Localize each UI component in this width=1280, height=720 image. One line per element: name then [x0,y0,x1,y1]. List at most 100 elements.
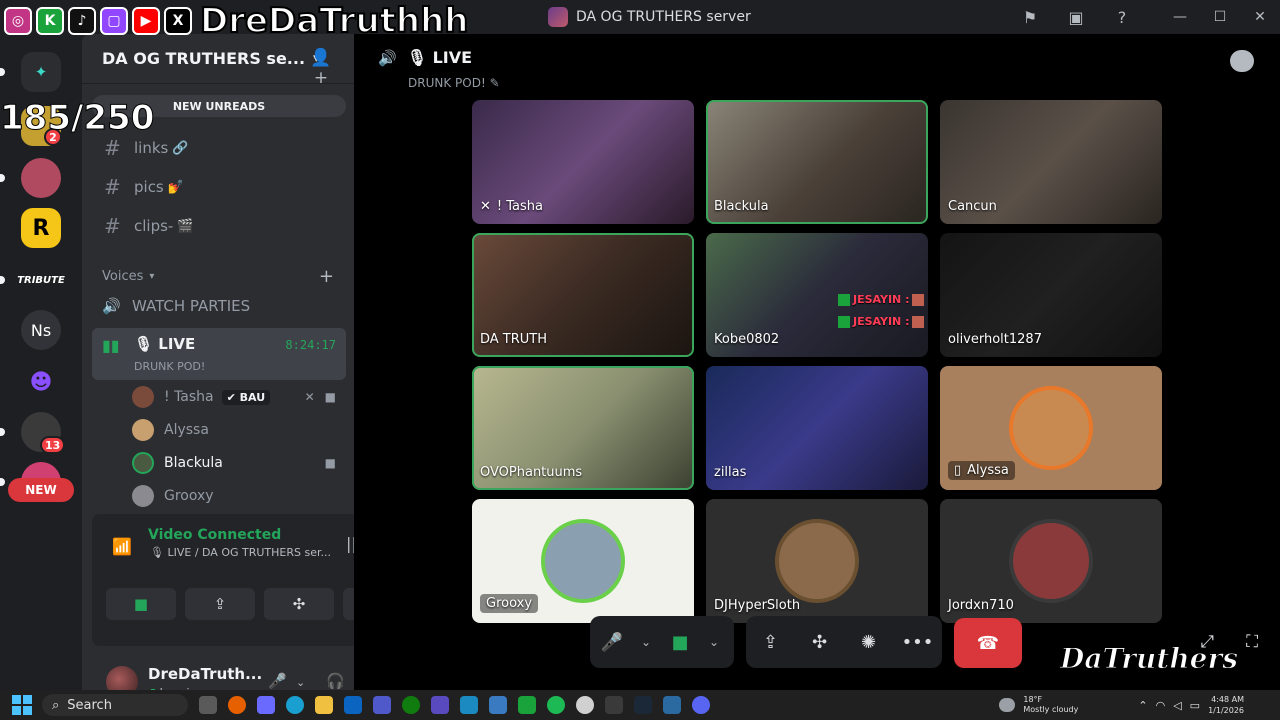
weather-widget[interactable]: 18°F Mostly cloudy [1023,695,1078,715]
camera-button[interactable]: ■ [658,620,702,664]
app-icon[interactable] [431,696,449,714]
camera-button[interactable]: ■ [106,588,176,620]
taskbar-clock[interactable]: 4:48 AM 1/1/2026 [1208,694,1244,716]
video-tile[interactable]: Grooxy [472,499,694,623]
video-tile[interactable]: ✕! Tasha [472,100,694,224]
chevron-down-icon[interactable]: ⌄ [296,676,305,689]
flag-icon[interactable]: ⚑ [1020,7,1040,27]
video-tile[interactable]: OVOPhantuums [472,366,694,490]
video-tile[interactable]: Cancun [940,100,1162,224]
signal-icon[interactable]: 📶 [108,532,136,560]
voice-channel-live[interactable]: ▮▮ 🎙 LIVE 8:24:17 DRUNK POD! [92,328,346,380]
chevron-up-icon[interactable]: ⌃ [1138,699,1147,712]
server-pink[interactable] [21,158,61,198]
connection-channel[interactable]: 🎙 LIVE / DA OG TRUTHERS ser... [150,546,331,559]
video-tile[interactable]: JESAYIN : JESAYIN : Kobe0802 [706,233,928,357]
tile-label: ▯ Alyssa [948,461,1015,480]
video-tile[interactable]: oliverholt1287 [940,233,1162,357]
temperature: 18°F [1023,695,1043,704]
screen-share-button[interactable]: ⇪ [185,588,255,620]
invite-people-icon[interactable]: 👤+ [310,48,332,88]
video-tile[interactable]: Jordxn710 [940,499,1162,623]
app-icon[interactable] [605,696,623,714]
avatar [1009,519,1093,603]
channel-name: links [134,139,169,157]
chevron-down-icon[interactable]: ⌄ [634,635,658,649]
video-tile[interactable]: Blackula [706,100,928,224]
add-channel-icon[interactable]: + [319,266,334,287]
server-rockstar[interactable]: R [21,208,61,248]
voice-channel-watch-parties[interactable]: 🔊 WATCH PARTIES [92,288,346,324]
file-explorer-icon[interactable] [315,696,333,714]
start-button[interactable] [12,695,32,715]
server-ns[interactable]: Ns [21,310,61,350]
activities-button[interactable]: ✣ [264,588,334,620]
new-unreads-pill[interactable]: NEW [8,478,74,502]
battery-icon[interactable]: ▭ [1190,699,1200,712]
microphone-button[interactable]: 🎤 [590,620,634,664]
help-icon[interactable]: ? [1112,7,1132,27]
voice-member[interactable]: Alyssa [132,416,346,444]
channel-name: 🎙 LIVE [134,335,196,353]
firefox-icon[interactable] [228,696,246,714]
channel-name: pics [134,178,164,196]
video-tile[interactable]: DA TRUTH [472,233,694,357]
video-tile[interactable]: zillas [706,366,928,490]
wifi-icon[interactable]: ◠ [1156,699,1166,712]
chat-icon[interactable] [1230,50,1254,72]
spotify-icon[interactable] [547,696,565,714]
inbox-icon[interactable]: ▣ [1066,7,1086,27]
steam-icon[interactable] [634,696,652,714]
chrome-icon[interactable] [576,696,594,714]
channel-name: clips- [134,217,174,235]
app-icon[interactable] [460,696,478,714]
kick-icon: K [36,7,64,35]
more-options-icon[interactable]: ••• [896,620,940,664]
avatar [132,419,154,441]
video-tile[interactable]: ▯ Alyssa [940,366,1162,490]
teams-icon[interactable] [373,696,391,714]
chevron-down-icon: ▾ [149,270,155,282]
server-party[interactable]: ✦ [21,52,61,92]
soundboard-button[interactable]: ✺ [847,620,891,664]
weather-icon[interactable] [999,698,1016,712]
discord-icon[interactable] [692,696,710,714]
photos-icon[interactable] [489,696,507,714]
activities-button[interactable]: ✣ [798,620,842,664]
app-icon[interactable] [663,696,681,714]
voice-member[interactable]: ! Tasha ✔ BAU ✕ ■ [132,383,346,411]
channel-pics[interactable]: # pics 💅 [92,170,346,204]
headphones-icon[interactable]: 🎧 [326,672,345,690]
avatar [775,519,859,603]
kick-icon[interactable] [518,696,536,714]
channel-clips[interactable]: # clips- 🎬 [92,209,346,243]
end-call-button[interactable]: ☎ [954,618,1022,668]
fullscreen-icon[interactable]: ⛶ [1246,632,1258,652]
taskbar-search[interactable]: ⌕ Search [42,694,188,716]
copilot-icon[interactable] [257,696,275,714]
voice-member[interactable]: Grooxy [132,482,346,510]
chat-overlay-line: JESAYIN : [838,315,925,328]
window-title: DA OG TRUTHERS server [548,6,751,28]
twitch-icon: ▢ [100,7,128,35]
connection-status[interactable]: Video Connected [148,527,281,543]
task-view-icon[interactable] [199,696,217,714]
edge-icon[interactable] [286,696,304,714]
user-name[interactable]: DreDaTruth... [148,665,262,683]
server-purple[interactable]: ☻ [21,362,61,402]
volume-icon[interactable]: ◁ [1173,699,1181,712]
outlook-icon[interactable] [344,696,362,714]
video-tile[interactable]: DJHyperSloth [706,499,928,623]
screen-share-button[interactable]: ⇪ [749,620,793,664]
minimize-button[interactable]: — [1160,0,1200,34]
maximize-button[interactable]: ☐ [1200,0,1240,34]
close-button[interactable]: ✕ [1240,0,1280,34]
stage-status[interactable]: DRUNK POD! ✎ [408,76,500,90]
microphone-icon[interactable]: 🎤 [268,672,287,690]
xbox-icon[interactable] [402,696,420,714]
hashtag-icon: # [104,136,121,160]
category-voices[interactable]: Voices ▾ + [102,266,334,287]
chevron-down-icon[interactable]: ⌄ [702,635,726,649]
server-tribute[interactable]: TRIBUTE [17,260,65,300]
voice-member[interactable]: Blackula ■ [132,449,346,477]
